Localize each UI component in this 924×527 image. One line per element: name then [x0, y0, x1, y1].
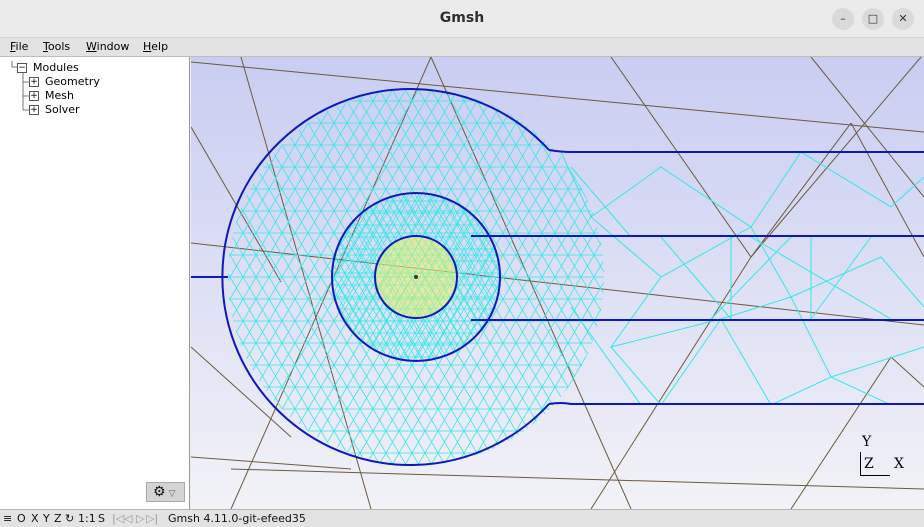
collapse-icon[interactable]: − [17, 63, 27, 73]
prev-step-icon[interactable]: ◁ [124, 512, 132, 525]
axis-x-label: X [894, 456, 904, 472]
tree-label-solver: Solver [45, 103, 80, 116]
tree-label-geometry: Geometry [45, 75, 100, 88]
module-tree: − Modules + Geometry + Mesh + Solver ⚙ ▽ [0, 57, 190, 509]
menu-bar: File Tools Window Help [0, 38, 924, 57]
view-z-button[interactable]: Z [54, 512, 62, 525]
menu-window[interactable]: Window [86, 40, 129, 53]
first-step-icon[interactable]: |◁ [112, 512, 124, 525]
rotate-icon[interactable]: ↻ [65, 512, 74, 525]
close-button[interactable]: ✕ [892, 8, 914, 30]
last-step-icon[interactable]: ▷| [146, 512, 158, 525]
title-bar: Gmsh – □ ✕ [0, 0, 924, 38]
tree-label-mesh: Mesh [45, 89, 74, 102]
status-message: Gmsh 4.11.0-git-efeed35 [168, 512, 306, 525]
maximize-button[interactable]: □ [862, 8, 884, 30]
dropdown-caret-icon: ▽ [168, 489, 176, 499]
window-title: Gmsh [439, 10, 485, 26]
axis-z-label: Z [864, 456, 874, 472]
graphics-viewport[interactable]: Y Z X [191, 57, 924, 509]
select-button[interactable]: S [98, 512, 105, 525]
gear-icon: ⚙ [153, 484, 166, 500]
scale-button[interactable]: 1:1 [78, 512, 96, 525]
options-menu-button[interactable]: ⚙ ▽ [146, 482, 185, 502]
menu-file[interactable]: File [10, 40, 28, 53]
channel-mesh [561, 152, 924, 405]
axis-x-line [860, 475, 890, 476]
view-o-button[interactable]: O [17, 512, 26, 525]
view-x-button[interactable]: X [31, 512, 39, 525]
menu-tools[interactable]: Tools [43, 40, 70, 53]
axis-y-line [860, 452, 861, 476]
menu-help[interactable]: Help [143, 40, 168, 53]
minimize-button[interactable]: – [832, 8, 854, 30]
expand-icon[interactable]: + [29, 91, 39, 101]
center-point [414, 275, 418, 279]
expand-icon[interactable]: + [29, 105, 39, 115]
mesh-canvas [191, 57, 924, 509]
hamburger-icon[interactable]: ≡ [3, 512, 12, 525]
axes-indicator: Y Z X [860, 434, 910, 476]
tree-label-modules: Modules [33, 61, 79, 74]
status-bar: ≡ O X Y Z ↻ 1:1 S |◁ ◁ ▷ ▷| Gmsh 4.11.0-… [0, 509, 924, 527]
next-step-icon[interactable]: ▷ [136, 512, 144, 525]
expand-icon[interactable]: + [29, 77, 39, 87]
axis-y-label: Y [862, 434, 872, 450]
view-y-button[interactable]: Y [43, 512, 50, 525]
